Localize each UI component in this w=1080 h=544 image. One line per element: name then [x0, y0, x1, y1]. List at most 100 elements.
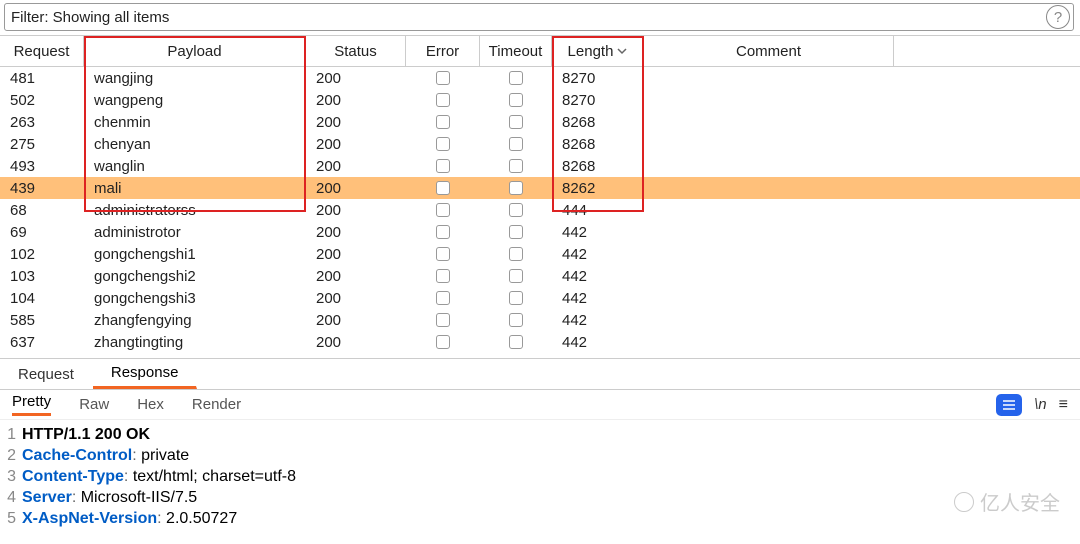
cell-status: 200 [306, 334, 406, 351]
response-body[interactable]: 1HTTP/1.1 200 OK2Cache-Control: private3… [0, 420, 1080, 529]
watermark: 亿人安全 [954, 487, 1060, 516]
tab-response[interactable]: Response [93, 359, 198, 389]
cell-payload: chenmin [84, 114, 306, 131]
cell-error [406, 115, 480, 129]
cell-status: 200 [306, 70, 406, 87]
cell-payload: gongchengshi1 [84, 246, 306, 263]
cell-payload: wangjing [84, 70, 306, 87]
table-row[interactable]: 275chenyan2008268 [0, 133, 1080, 155]
cell-request: 102 [0, 246, 84, 263]
table-row[interactable]: 103gongchengshi2200442 [0, 265, 1080, 287]
checkbox-icon [436, 203, 450, 217]
cell-request: 502 [0, 92, 84, 109]
checkbox-icon [436, 225, 450, 239]
request-response-tabs: Request Response [0, 358, 1080, 390]
cell-error [406, 247, 480, 261]
cell-request: 493 [0, 158, 84, 175]
cell-timeout [480, 181, 552, 195]
col-length-label: Length [568, 43, 614, 60]
table-row[interactable]: 481wangjing2008270 [0, 67, 1080, 89]
cell-length: 442 [552, 334, 644, 351]
checkbox-icon [509, 181, 523, 195]
help-icon[interactable]: ? [1046, 5, 1070, 29]
checkbox-icon [509, 247, 523, 261]
checkbox-icon [436, 71, 450, 85]
tab-raw[interactable]: Raw [79, 396, 109, 413]
table-row[interactable]: 104gongchengshi3200442 [0, 287, 1080, 309]
cell-payload: gongchengshi2 [84, 268, 306, 285]
cell-error [406, 291, 480, 305]
cell-length: 8268 [552, 136, 644, 153]
code-line: 3Content-Type: text/html; charset=utf-8 [0, 466, 1080, 487]
cell-status: 200 [306, 202, 406, 219]
cell-timeout [480, 247, 552, 261]
col-comment[interactable]: Comment [644, 36, 894, 66]
cell-timeout [480, 335, 552, 349]
cell-status: 200 [306, 246, 406, 263]
tab-pretty[interactable]: Pretty [12, 393, 51, 416]
col-status[interactable]: Status [306, 36, 406, 66]
cell-length: 8268 [552, 114, 644, 131]
col-request[interactable]: Request [0, 36, 84, 66]
cell-length: 8262 [552, 180, 644, 197]
checkbox-icon [436, 313, 450, 327]
checkbox-icon [436, 115, 450, 129]
col-timeout[interactable]: Timeout [480, 36, 552, 66]
cell-timeout [480, 159, 552, 173]
filter-text: Filter: Showing all items [5, 9, 1046, 26]
cell-status: 200 [306, 92, 406, 109]
table-row[interactable]: 69administrotor200442 [0, 221, 1080, 243]
table-row[interactable]: 439mali2008262 [0, 177, 1080, 199]
cell-request: 68 [0, 202, 84, 219]
table-row[interactable]: 68administratorss200444 [0, 199, 1080, 221]
table-row[interactable]: 637zhangtingting200 442 [0, 331, 1080, 353]
cell-error [406, 93, 480, 107]
cell-status: 200 [306, 290, 406, 307]
table-row[interactable]: 585zhangfengying200442 [0, 309, 1080, 331]
equals-icon[interactable]: ≡ [1059, 396, 1068, 414]
sort-desc-icon [617, 46, 627, 56]
code-line: 5X-AspNet-Version: 2.0.50727 [0, 508, 1080, 529]
table-row[interactable]: 493wanglin2008268 [0, 155, 1080, 177]
checkbox-icon [509, 137, 523, 151]
cell-timeout [480, 269, 552, 283]
cell-status: 200 [306, 158, 406, 175]
checkbox-icon [509, 225, 523, 239]
tab-render[interactable]: Render [192, 396, 241, 413]
checkbox-icon [509, 71, 523, 85]
checkbox-icon [509, 313, 523, 327]
checkbox-icon [509, 291, 523, 305]
cell-request: 637 [0, 334, 84, 351]
cell-status: 200 [306, 312, 406, 329]
cell-payload: zhangtingting [84, 334, 306, 351]
cell-error [406, 159, 480, 173]
cell-error [406, 137, 480, 151]
cell-timeout [480, 71, 552, 85]
code-line: 4Server: Microsoft-IIS/7.5 [0, 487, 1080, 508]
cell-request: 275 [0, 136, 84, 153]
cell-status: 200 [306, 136, 406, 153]
newline-toggle[interactable]: \n [1034, 396, 1047, 413]
cell-timeout [480, 225, 552, 239]
cell-error [406, 335, 480, 349]
table-row[interactable]: 502wangpeng2008270 [0, 89, 1080, 111]
cell-request: 104 [0, 290, 84, 307]
col-error[interactable]: Error [406, 36, 480, 66]
checkbox-icon [509, 115, 523, 129]
cell-timeout [480, 93, 552, 107]
tab-hex[interactable]: Hex [137, 396, 164, 413]
table-row[interactable]: 102gongchengshi1200442 [0, 243, 1080, 265]
actions-button[interactable] [996, 394, 1022, 416]
tab-request[interactable]: Request [0, 359, 93, 389]
cell-timeout [480, 115, 552, 129]
checkbox-icon [509, 335, 523, 349]
filter-bar[interactable]: Filter: Showing all items ? [4, 3, 1074, 31]
col-length[interactable]: Length [552, 36, 644, 66]
checkbox-icon [509, 159, 523, 173]
cell-request: 585 [0, 312, 84, 329]
checkbox-icon [436, 269, 450, 283]
cell-error [406, 313, 480, 327]
table-row[interactable]: 263chenmin2008268 [0, 111, 1080, 133]
col-payload[interactable]: Payload [84, 36, 306, 66]
watermark-text: 亿人安全 [980, 487, 1060, 516]
